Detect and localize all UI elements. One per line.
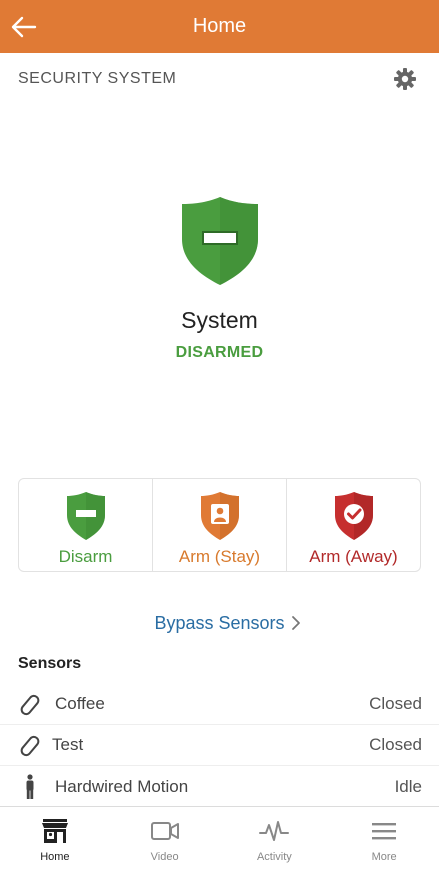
top-app-bar: Home bbox=[0, 0, 439, 53]
tab-label: Home bbox=[40, 851, 70, 863]
motion-person-icon bbox=[18, 774, 42, 799]
sensor-row-hardwired-motion[interactable]: Hardwired Motion Idle bbox=[0, 766, 439, 807]
bypass-sensors-link[interactable]: Bypass Sensors bbox=[0, 608, 439, 638]
arm-away-shield-icon bbox=[334, 492, 373, 540]
system-status: System DISARMED bbox=[0, 195, 439, 362]
contact-sensor-icon bbox=[18, 734, 42, 758]
section-title: SECURITY SYSTEM bbox=[18, 70, 177, 87]
sensor-status: Closed bbox=[369, 694, 422, 713]
tab-home[interactable]: Home bbox=[0, 807, 110, 873]
disarm-label: Disarm bbox=[58, 547, 113, 566]
home-store-icon bbox=[41, 819, 68, 843]
gear-icon[interactable] bbox=[393, 67, 417, 91]
system-name: System bbox=[181, 307, 258, 333]
arm-stay-button[interactable]: Arm (Stay) bbox=[153, 479, 287, 571]
bottom-tab-bar: Home Video Activity More bbox=[0, 806, 439, 873]
system-state: DISARMED bbox=[175, 344, 264, 361]
sensor-name: Test bbox=[52, 735, 84, 754]
sensor-row-coffee[interactable]: Coffee Closed bbox=[0, 684, 439, 725]
back-arrow-icon[interactable] bbox=[10, 13, 38, 41]
arm-away-label: Arm (Away) bbox=[309, 547, 398, 566]
sensor-name: Hardwired Motion bbox=[55, 776, 189, 796]
arm-away-button[interactable]: Arm (Away) bbox=[287, 479, 420, 571]
menu-icon bbox=[372, 823, 397, 840]
security-system-header: SECURITY SYSTEM bbox=[0, 53, 439, 105]
chevron-right-icon bbox=[292, 616, 300, 630]
arm-stay-shield-icon bbox=[200, 492, 239, 540]
disarm-button[interactable]: Disarm bbox=[19, 479, 153, 571]
sensor-name: Coffee bbox=[55, 694, 105, 713]
video-camera-icon bbox=[150, 822, 179, 840]
contact-sensor-icon bbox=[18, 693, 42, 717]
tab-label: More bbox=[371, 851, 397, 863]
sensors-title: Sensors bbox=[18, 655, 82, 672]
tab-label: Activity bbox=[256, 851, 292, 863]
arm-stay-label: Arm (Stay) bbox=[178, 547, 261, 566]
activity-pulse-icon bbox=[259, 821, 290, 841]
page-title: Home bbox=[192, 15, 247, 37]
sensor-status: Closed bbox=[369, 735, 422, 754]
disarmed-shield-icon bbox=[181, 197, 258, 285]
tab-label: Video bbox=[150, 851, 179, 863]
tab-more[interactable]: More bbox=[329, 807, 439, 873]
sensor-status: Idle bbox=[394, 776, 422, 796]
tab-video[interactable]: Video bbox=[110, 807, 220, 873]
bypass-sensors-label: Bypass Sensors bbox=[154, 612, 285, 633]
disarm-shield-icon bbox=[66, 492, 105, 540]
tab-activity[interactable]: Activity bbox=[220, 807, 330, 873]
sensor-row-test[interactable]: Test Closed bbox=[0, 725, 439, 766]
arm-control-panel: Disarm Arm (Stay) Arm (Away) bbox=[18, 478, 421, 572]
